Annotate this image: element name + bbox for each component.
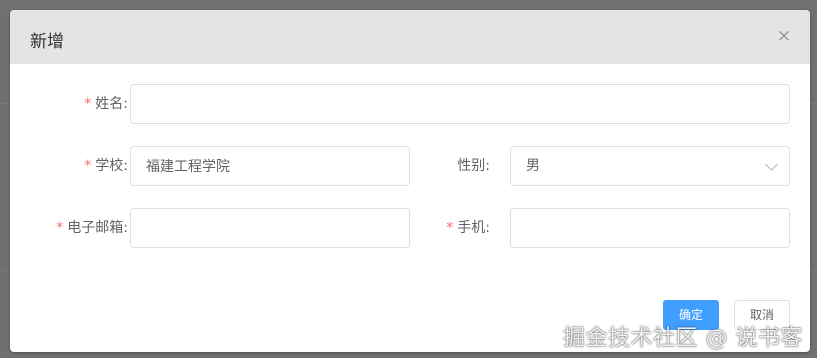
name-label: * 姓名: [30, 84, 128, 124]
name-label-text: 姓名: [95, 96, 128, 112]
school-label: * 学校: [30, 146, 128, 186]
gender-select-value[interactable]: 男 [510, 146, 790, 186]
phone-label-text: 手机: [457, 220, 490, 236]
gender-select[interactable]: 男 [510, 146, 790, 186]
school-input[interactable] [130, 146, 410, 186]
school-label-text: 学校: [95, 158, 128, 174]
name-input[interactable] [130, 84, 790, 124]
phone-input[interactable] [510, 208, 790, 248]
gender-label-text: 性别: [457, 158, 490, 174]
required-mark: * [56, 220, 64, 236]
phone-label: * 手机: [430, 208, 490, 248]
dialog-title: 新增 [30, 32, 64, 52]
close-icon[interactable]: × [776, 28, 792, 45]
email-input[interactable] [130, 208, 410, 248]
watermark: 掘金技术社区 @ 说书客 [563, 326, 803, 351]
required-mark: * [84, 96, 92, 112]
email-label: * 电子邮箱: [30, 208, 128, 248]
required-mark: * [84, 158, 92, 174]
gender-label: 性别: [430, 146, 490, 186]
dialog-header: 新增 × [10, 10, 810, 64]
email-label-text: 电子邮箱: [67, 220, 128, 236]
required-mark: * [446, 220, 454, 236]
add-dialog: 新增 × *姓名: *学校: 性别: 男 *电子邮箱: *手机: 确定 取消 [10, 10, 810, 352]
